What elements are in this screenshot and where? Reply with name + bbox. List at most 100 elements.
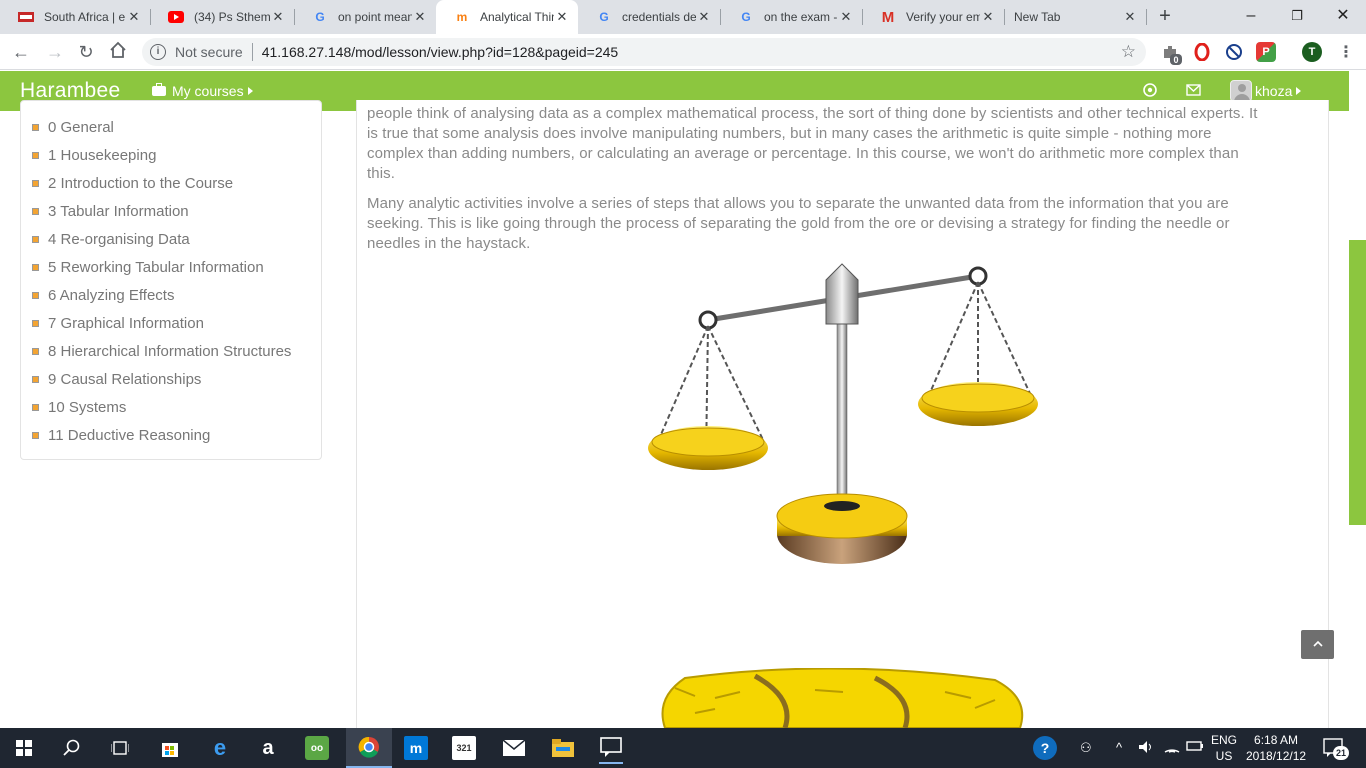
course-section-link[interactable]: 8 Hierarchical Information Structures xyxy=(21,337,321,365)
bookmark-star-icon[interactable]: ☆ xyxy=(1121,42,1136,62)
opera-icon[interactable] xyxy=(1192,42,1212,62)
course-section-link[interactable]: 11 Deductive Reasoning xyxy=(21,421,321,449)
edge-browser-icon[interactable]: e xyxy=(208,735,232,760)
battery-icon[interactable] xyxy=(1186,740,1204,755)
section-label[interactable]: 8 Hierarchical Information Structures xyxy=(48,343,291,360)
course-section-link[interactable]: 7 Graphical Information xyxy=(21,309,321,337)
course-section-link[interactable]: 10 Systems xyxy=(21,393,321,421)
tripadvisor-icon[interactable]: oo xyxy=(305,736,329,760)
browser-tab[interactable]: G on the exam - ✕ xyxy=(720,0,862,34)
course-section-link[interactable]: 9 Causal Relationships xyxy=(21,365,321,393)
text-line: Many analytic activities involve a serie… xyxy=(367,195,1229,212)
back-button[interactable]: ← xyxy=(10,41,32,63)
reload-button[interactable]: ↻ xyxy=(75,41,97,63)
input-language-indicator[interactable]: ENG US xyxy=(1211,732,1237,764)
close-window-button[interactable]: ✕ xyxy=(1328,4,1358,28)
block-icon[interactable] xyxy=(1224,42,1244,62)
forward-button[interactable]: → xyxy=(44,41,66,63)
section-label[interactable]: 3 Tabular Information xyxy=(48,203,189,220)
amazon-icon[interactable]: a xyxy=(256,736,280,760)
file-explorer-icon[interactable] xyxy=(551,736,575,760)
lesson-paragraph: needles in the haystack. xyxy=(367,234,1297,254)
course-section-link[interactable]: 0 General xyxy=(21,113,321,141)
restore-window-button[interactable]: ❐ xyxy=(1282,4,1312,28)
bullet-icon xyxy=(32,375,39,383)
google-icon: G xyxy=(599,10,609,24)
gmail-icon: M xyxy=(881,8,895,26)
close-tab-icon[interactable]: ✕ xyxy=(270,9,286,25)
close-tab-icon[interactable]: ✕ xyxy=(980,9,996,25)
search-icon[interactable] xyxy=(60,736,84,760)
app-icon[interactable]: m xyxy=(404,736,428,760)
page-scrollbar-thumb[interactable] xyxy=(1349,240,1366,525)
chevron-up-icon[interactable]: ^ xyxy=(1116,740,1122,755)
url-text[interactable]: 41.168.27.148/mod/lesson/view.php?id=128… xyxy=(262,44,619,60)
minimize-window-button[interactable]: – xyxy=(1236,4,1266,28)
wifi-icon[interactable] xyxy=(1164,740,1180,757)
close-tab-icon[interactable]: ✕ xyxy=(696,9,712,25)
section-label[interactable]: 7 Graphical Information xyxy=(48,315,204,332)
course-section-link[interactable]: 5 Reworking Tabular Information xyxy=(21,253,321,281)
browser-tab[interactable]: South Africa | e ✕ xyxy=(0,0,150,34)
browser-tab[interactable]: G credentials def ✕ xyxy=(578,0,720,34)
section-label[interactable]: 5 Reworking Tabular Information xyxy=(48,259,264,276)
section-label[interactable]: 4 Re-organising Data xyxy=(48,231,190,248)
browser-tab[interactable]: (34) Ps Sthemb ✕ xyxy=(150,0,294,34)
text-line: is true that some analysis does involve … xyxy=(367,125,1212,142)
clock-time: 6:18 AM xyxy=(1254,733,1299,747)
home-button[interactable] xyxy=(107,41,129,63)
course-section-link[interactable]: 1 Housekeeping xyxy=(21,141,321,169)
course-section-link[interactable]: 2 Introduction to the Course xyxy=(21,169,321,197)
profile-avatar[interactable]: T xyxy=(1302,42,1322,62)
user-menu[interactable]: khoza xyxy=(1230,80,1302,102)
people-icon[interactable]: ⚇ xyxy=(1080,740,1092,756)
section-label[interactable]: 0 General xyxy=(48,119,114,136)
store-icon[interactable] xyxy=(158,736,182,760)
help-icon[interactable]: ? xyxy=(1033,736,1057,760)
close-tab-icon[interactable]: ✕ xyxy=(838,9,854,25)
close-tab-icon[interactable]: ✕ xyxy=(1122,9,1138,25)
browser-tab[interactable]: M Verify your em ✕ xyxy=(862,0,1004,34)
bullet-icon xyxy=(32,319,39,327)
task-view-icon[interactable] xyxy=(108,736,132,760)
pinterest-extension-icon[interactable]: P xyxy=(1256,42,1276,62)
close-tab-icon[interactable]: ✕ xyxy=(554,9,570,25)
course-section-link[interactable]: 3 Tabular Information xyxy=(21,197,321,225)
caret-right-icon xyxy=(247,87,253,95)
browser-tab[interactable]: G on point mean ✕ xyxy=(294,0,436,34)
address-bar[interactable]: i Not secure 41.168.27.148/mod/lesson/vi… xyxy=(142,38,1146,66)
chrome-taskbar-button[interactable] xyxy=(346,728,392,768)
close-tab-icon[interactable]: ✕ xyxy=(126,9,142,25)
section-label[interactable]: 9 Causal Relationships xyxy=(48,371,201,388)
section-label[interactable]: 1 Housekeeping xyxy=(48,147,156,164)
windows-start-icon[interactable] xyxy=(12,736,36,760)
new-tab-button[interactable]: + xyxy=(1155,6,1175,26)
my-courses-menu[interactable]: My courses xyxy=(152,83,253,99)
not-secure-label[interactable]: Not secure xyxy=(175,44,243,60)
tab-title: on point mean xyxy=(338,10,412,24)
course-section-link[interactable]: 4 Re-organising Data xyxy=(21,225,321,253)
volume-icon[interactable] xyxy=(1138,740,1154,757)
feedback-app-icon[interactable] xyxy=(599,732,623,764)
browser-tab-strip: South Africa | e ✕ (34) Ps Sthemb ✕ G on… xyxy=(0,0,1366,34)
browser-tab[interactable]: New Tab ✕ xyxy=(1004,0,1146,34)
bullet-icon xyxy=(32,151,39,159)
back-to-top-button[interactable] xyxy=(1301,630,1334,659)
browser-menu-icon[interactable]: ⋮ xyxy=(1336,42,1356,62)
messages-icon[interactable] xyxy=(1186,83,1201,99)
browser-tab-active[interactable]: m Analytical Thin ✕ xyxy=(436,0,578,34)
section-label[interactable]: 10 Systems xyxy=(48,399,126,416)
system-clock[interactable]: 6:18 AM 2018/12/12 xyxy=(1246,732,1306,764)
mail-icon[interactable] xyxy=(502,736,526,760)
section-label[interactable]: 11 Deductive Reasoning xyxy=(48,427,210,444)
username: khoza xyxy=(1255,83,1293,99)
course-section-link[interactable]: 6 Analyzing Effects xyxy=(21,281,321,309)
lesson-paragraph: is true that some analysis does involve … xyxy=(367,124,1297,144)
section-label[interactable]: 6 Analyzing Effects xyxy=(48,287,174,304)
text-line: this. xyxy=(367,165,396,182)
section-label[interactable]: 2 Introduction to the Course xyxy=(48,175,233,192)
info-icon[interactable]: i xyxy=(150,44,166,60)
calendar-icon[interactable]: 321 xyxy=(452,736,476,760)
close-tab-icon[interactable]: ✕ xyxy=(412,9,428,25)
notifications-icon[interactable] xyxy=(1143,83,1157,100)
